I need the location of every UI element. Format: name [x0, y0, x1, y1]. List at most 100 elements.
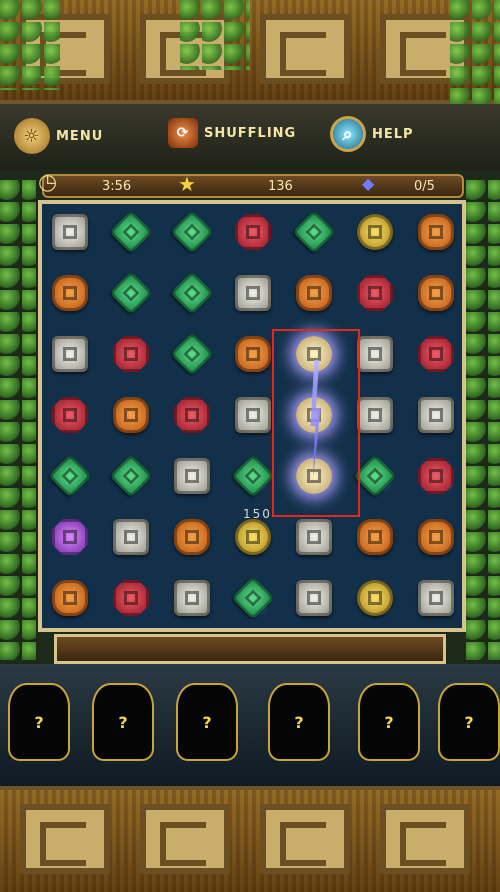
gem-red[interactable]	[414, 332, 458, 376]
orange-tile-icon	[418, 519, 454, 555]
green-tile-icon	[109, 210, 153, 254]
gem-silver[interactable]	[231, 393, 275, 437]
gem-green[interactable]	[170, 210, 214, 254]
vine-decoration	[466, 180, 500, 660]
meander-ornament	[380, 804, 470, 874]
gem-silver[interactable]	[231, 271, 275, 315]
gem-silver[interactable]	[292, 515, 336, 559]
status-bar: ◷ 3:56 ★ 136 ◆ 0/5	[38, 170, 464, 198]
gem-silver[interactable]	[414, 576, 458, 620]
gem-yellow[interactable]	[231, 515, 275, 559]
green-tile-icon	[231, 454, 275, 498]
score-value: 136	[268, 179, 293, 194]
gem-orange[interactable]	[48, 271, 92, 315]
gem-green[interactable]	[231, 454, 275, 498]
yellow-tile-icon	[357, 214, 393, 250]
silver-tile-icon	[296, 580, 332, 616]
gem-green[interactable]	[109, 210, 153, 254]
green-tile-icon	[109, 271, 153, 315]
green-tile-icon	[170, 210, 214, 254]
gem-green[interactable]	[170, 271, 214, 315]
idol-silhouette: ?	[176, 683, 238, 761]
meander-ornament	[20, 804, 110, 874]
orange-tile-icon	[296, 275, 332, 311]
help-button[interactable]: ⌕ HELP	[330, 116, 414, 152]
red-tile-icon	[174, 397, 210, 433]
gem-silver[interactable]	[170, 454, 214, 498]
gem-red[interactable]	[231, 210, 275, 254]
gem-silver[interactable]	[109, 515, 153, 559]
red-tile-icon	[52, 397, 88, 433]
gem-green[interactable]	[231, 576, 275, 620]
gem-orange[interactable]	[353, 515, 397, 559]
silver-tile-icon	[174, 458, 210, 494]
gem-orange[interactable]	[231, 332, 275, 376]
orange-tile-icon	[418, 214, 454, 250]
meander-ornament	[260, 14, 350, 84]
score-popup: 150	[243, 507, 272, 521]
gem-orange[interactable]	[292, 271, 336, 315]
gem-green[interactable]	[48, 454, 92, 498]
silver-tile-icon	[235, 275, 271, 311]
vine-decoration	[0, 180, 36, 660]
gem-orange[interactable]	[414, 271, 458, 315]
top-frieze	[0, 0, 500, 104]
silver-tile-icon	[52, 336, 88, 372]
gem-red[interactable]	[48, 393, 92, 437]
star-icon: ★	[178, 172, 196, 196]
help-label: HELP	[372, 126, 414, 142]
orange-tile-icon	[52, 580, 88, 616]
gem-green[interactable]	[170, 332, 214, 376]
gems-counter: 0/5	[414, 179, 435, 194]
gem-silver[interactable]	[170, 576, 214, 620]
silver-tile-icon	[357, 336, 393, 372]
gem-red[interactable]	[109, 332, 153, 376]
timer-value: 3:56	[102, 179, 132, 194]
gem-orange[interactable]	[48, 576, 92, 620]
meander-ornament	[140, 804, 230, 874]
vine-decoration	[0, 0, 60, 90]
diamond-icon: ◆	[362, 174, 375, 193]
gem-orange[interactable]	[414, 515, 458, 559]
red-tile-icon	[418, 458, 454, 494]
idol-silhouette: ?	[8, 683, 70, 761]
idol-silhouette: ?	[438, 683, 500, 761]
gem-red[interactable]	[170, 393, 214, 437]
gem-yellow[interactable]	[353, 210, 397, 254]
gem-green[interactable]	[292, 210, 336, 254]
red-tile-icon	[113, 580, 149, 616]
menu-button[interactable]: ☼ MENU	[14, 118, 103, 154]
gem-orange[interactable]	[414, 210, 458, 254]
orange-tile-icon	[357, 519, 393, 555]
gem-orange[interactable]	[109, 393, 153, 437]
gem-silver[interactable]	[414, 393, 458, 437]
level-progress-bar	[54, 634, 446, 664]
orange-tile-icon	[174, 519, 210, 555]
shuffle-label: SHUFFLING	[204, 125, 297, 141]
gem-silver[interactable]	[292, 576, 336, 620]
gem-yellow[interactable]	[353, 576, 397, 620]
red-tile-icon	[113, 336, 149, 372]
gem-green[interactable]	[109, 271, 153, 315]
idol-silhouette: ?	[92, 683, 154, 761]
gem-red[interactable]	[353, 271, 397, 315]
vine-decoration	[450, 0, 500, 120]
green-tile-icon	[292, 210, 336, 254]
gem-silver[interactable]	[48, 210, 92, 254]
orange-tile-icon	[52, 275, 88, 311]
green-tile-icon	[231, 576, 275, 620]
silver-tile-icon	[418, 580, 454, 616]
menu-label: MENU	[56, 128, 104, 144]
gem-orange[interactable]	[170, 515, 214, 559]
sun-mask-icon: ☼	[14, 118, 50, 154]
gem-red[interactable]	[109, 576, 153, 620]
gem-purple[interactable]	[48, 515, 92, 559]
gem-silver[interactable]	[48, 332, 92, 376]
clock-icon: ◷	[38, 170, 58, 195]
shuffle-button[interactable]: ⟳ SHUFFLING	[168, 118, 296, 148]
yellow-tile-icon	[357, 580, 393, 616]
gem-red[interactable]	[414, 454, 458, 498]
magnifier-icon: ⌕	[330, 116, 366, 152]
gem-green[interactable]	[109, 454, 153, 498]
temple-floor	[0, 664, 500, 786]
